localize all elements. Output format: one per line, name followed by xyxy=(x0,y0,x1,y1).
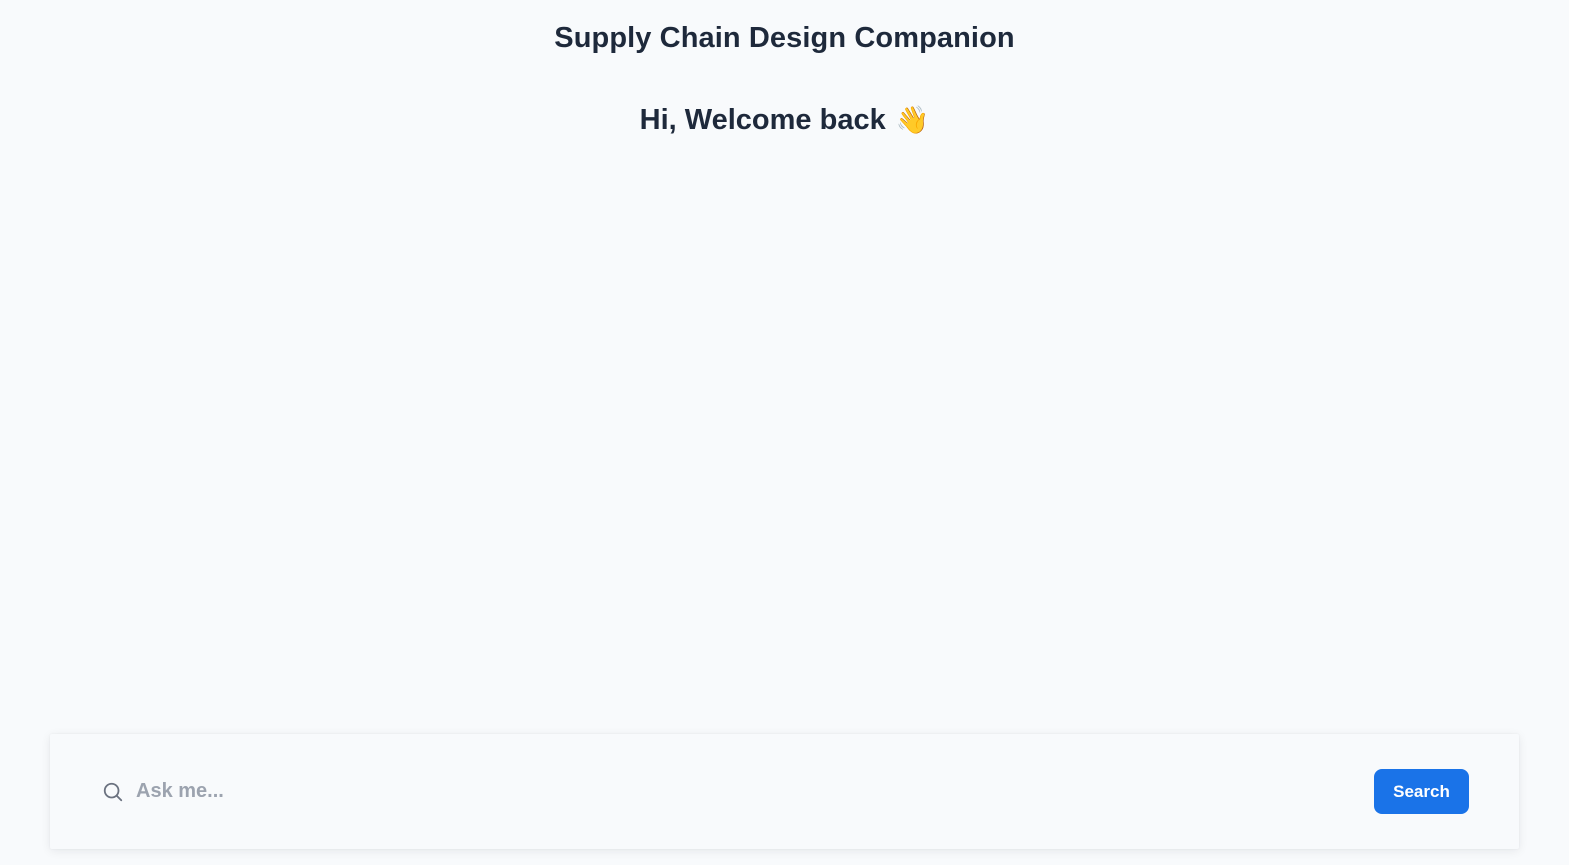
search-button[interactable]: Search xyxy=(1374,769,1469,814)
welcome-heading: Hi, Welcome back 👋 xyxy=(0,104,1569,137)
app-title: Supply Chain Design Companion xyxy=(554,22,1015,54)
welcome-text: Hi, Welcome back xyxy=(639,104,886,136)
page: Supply Chain Design Companion Hi, Welcom… xyxy=(0,0,1569,865)
search-bar: Search xyxy=(102,769,1469,814)
search-input[interactable] xyxy=(136,769,1374,814)
search-panel: Search xyxy=(50,734,1519,849)
search-icon xyxy=(102,781,124,803)
waving-hand-icon: 👋 xyxy=(895,105,930,136)
